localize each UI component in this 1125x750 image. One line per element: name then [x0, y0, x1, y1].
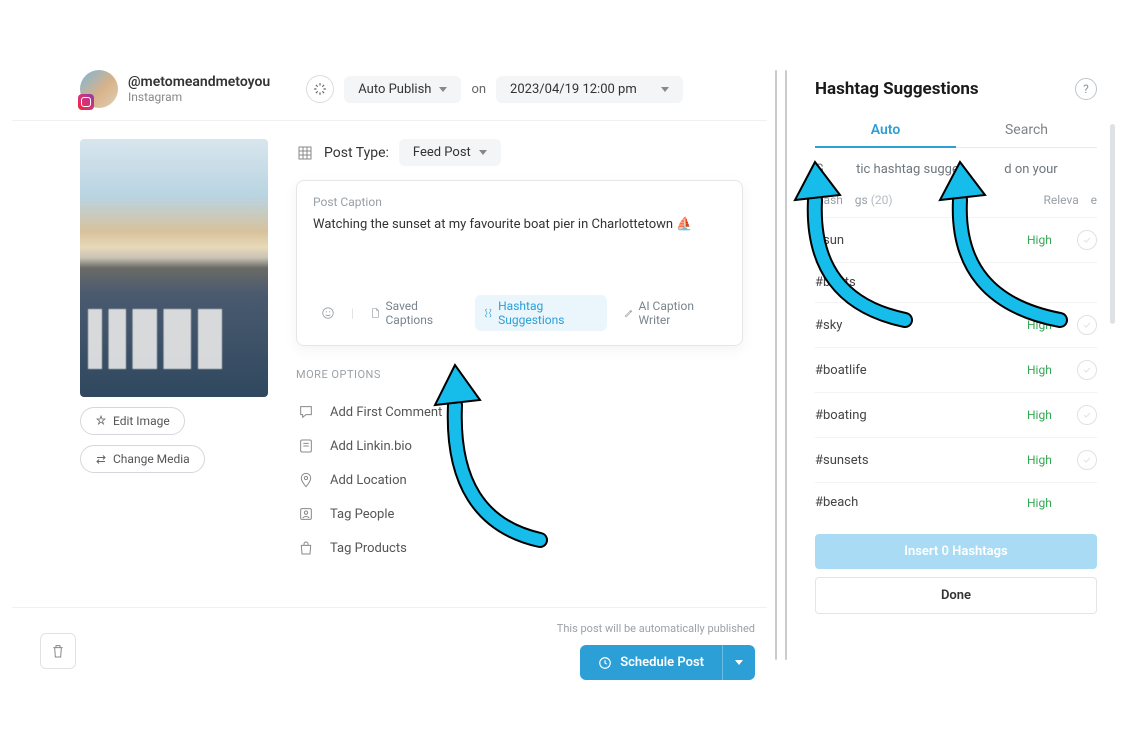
check-icon[interactable] — [1077, 450, 1097, 470]
relevance-header: Releva e — [1044, 193, 1098, 207]
relevance-value: High — [1027, 453, 1077, 467]
hashtag-row[interactable]: #sun High — [815, 217, 1097, 262]
post-type-select[interactable]: Feed Post — [399, 139, 501, 166]
chevron-down-icon — [439, 87, 447, 92]
relevance-value: High — [1027, 496, 1077, 510]
schedule-post-split-button[interactable] — [722, 645, 755, 680]
hashtag-row[interactable]: #beach High — [815, 482, 1097, 522]
tag-people-option[interactable]: Tag People — [296, 497, 743, 531]
hashtag-row[interactable]: #sunsets High — [815, 437, 1097, 482]
media-thumbnail[interactable] — [80, 139, 268, 397]
caption-input[interactable]: Watching the sunset at my favourite boat… — [313, 217, 726, 295]
saved-captions-label: Saved Captions — [386, 299, 459, 327]
hashtag-text: #boatlife — [815, 363, 1027, 378]
post-type-label: Post Type: — [324, 145, 389, 161]
change-media-button[interactable]: Change Media — [80, 445, 205, 473]
chevron-down-icon — [661, 87, 669, 92]
emoji-picker-button[interactable] — [313, 302, 343, 324]
option-label: Tag Products — [330, 541, 407, 556]
schedule-post-label: Schedule Post — [620, 655, 704, 670]
tab-auto[interactable]: Auto — [815, 114, 956, 148]
relevance-value: High — [1027, 408, 1077, 422]
option-label: Add Linkin.bio — [330, 439, 412, 454]
relevance-value: High — [1027, 318, 1077, 332]
scrollbar[interactable] — [1110, 124, 1115, 324]
on-label: on — [471, 82, 486, 97]
hashtag-row[interactable]: #boating High — [815, 392, 1097, 437]
post-type-value: Feed Post — [413, 145, 471, 160]
hashtag-suggestions-label: Hashtag Suggestions — [498, 299, 599, 327]
hashtag-suggestions-button[interactable]: Hashtag Suggestions — [475, 295, 607, 331]
hashtag-text: #boating — [815, 408, 1027, 423]
linkinbio-icon — [296, 437, 316, 455]
add-linkinbio-option[interactable]: Add Linkin.bio — [296, 429, 743, 463]
chevron-down-icon — [735, 660, 743, 665]
saved-captions-button[interactable]: Saved Captions — [362, 295, 467, 331]
relevance-value: High — [1027, 363, 1077, 377]
avatar[interactable] — [80, 70, 118, 108]
edit-image-button[interactable]: Edit Image — [80, 407, 185, 435]
hashtag-text: #sky — [815, 318, 1027, 333]
composer-header: @metomeandmetoyou Instagram Auto Publish… — [12, 10, 767, 121]
edit-image-label: Edit Image — [113, 414, 170, 428]
tab-search[interactable]: Search — [956, 114, 1097, 147]
more-options-label: MORE OPTIONS — [296, 368, 743, 381]
option-label: Tag People — [330, 507, 394, 522]
location-icon — [296, 471, 316, 489]
hashtag-text: #boats — [815, 275, 1027, 290]
publish-datetime-select[interactable]: 2023/04/19 12:00 pm — [496, 76, 683, 103]
grid-icon — [296, 144, 314, 162]
insert-hashtags-button[interactable]: Insert 0 Hashtags — [815, 534, 1097, 569]
check-icon[interactable] — [1077, 315, 1097, 335]
change-media-label: Change Media — [113, 452, 190, 466]
help-icon[interactable]: ? — [1075, 78, 1097, 100]
chevron-down-icon — [479, 150, 487, 155]
schedule-post-button[interactable]: Schedule Post — [580, 645, 722, 680]
account-handle: @metomeandmetoyou — [128, 74, 270, 90]
delete-button[interactable] — [40, 633, 76, 669]
add-location-option[interactable]: Add Location — [296, 463, 743, 497]
hashtag-row[interactable]: #boatlife High — [815, 347, 1097, 392]
hashtag-text: #sunsets — [815, 453, 1027, 468]
hashtag-text: #sun — [815, 233, 1027, 248]
instagram-badge-icon — [78, 94, 94, 110]
hashtag-row[interactable]: #boats — [815, 262, 1097, 302]
bag-icon — [296, 539, 316, 557]
option-label: Add First Comment — [330, 405, 442, 420]
person-icon — [296, 505, 316, 523]
hashtags-header: Hash gs (20) — [815, 193, 893, 207]
publish-mode-select[interactable]: Auto Publish — [344, 76, 461, 103]
check-icon[interactable] — [1077, 405, 1097, 425]
auto-publish-note: This post will be automatically publishe… — [557, 622, 755, 635]
add-first-comment-option[interactable]: Add First Comment — [296, 395, 743, 429]
caption-label: Post Caption — [313, 195, 726, 209]
option-label: Add Location — [330, 473, 407, 488]
hashtag-row[interactable]: #sky High — [815, 302, 1097, 347]
panel-title: Hashtag Suggestions — [815, 79, 979, 99]
account-platform: Instagram — [128, 90, 270, 104]
publish-mode-icon[interactable] — [306, 75, 334, 103]
done-button[interactable]: Done — [815, 577, 1097, 614]
ai-caption-label: AI Caption Writer — [638, 299, 718, 327]
ai-caption-writer-button[interactable]: AI Caption Writer — [615, 295, 726, 331]
publish-mode-label: Auto Publish — [358, 82, 431, 97]
comment-icon — [296, 403, 316, 421]
hashtag-text: #beach — [815, 495, 1027, 510]
check-icon[interactable] — [1077, 360, 1097, 380]
panel-hint: G tic hashtag sugges d on your — [815, 162, 1097, 177]
caption-box: Post Caption Watching the sunset at my f… — [296, 180, 743, 346]
relevance-value: High — [1027, 233, 1077, 247]
publish-datetime-label: 2023/04/19 12:00 pm — [510, 82, 637, 97]
check-icon[interactable] — [1077, 230, 1097, 250]
tag-products-option[interactable]: Tag Products — [296, 531, 743, 565]
